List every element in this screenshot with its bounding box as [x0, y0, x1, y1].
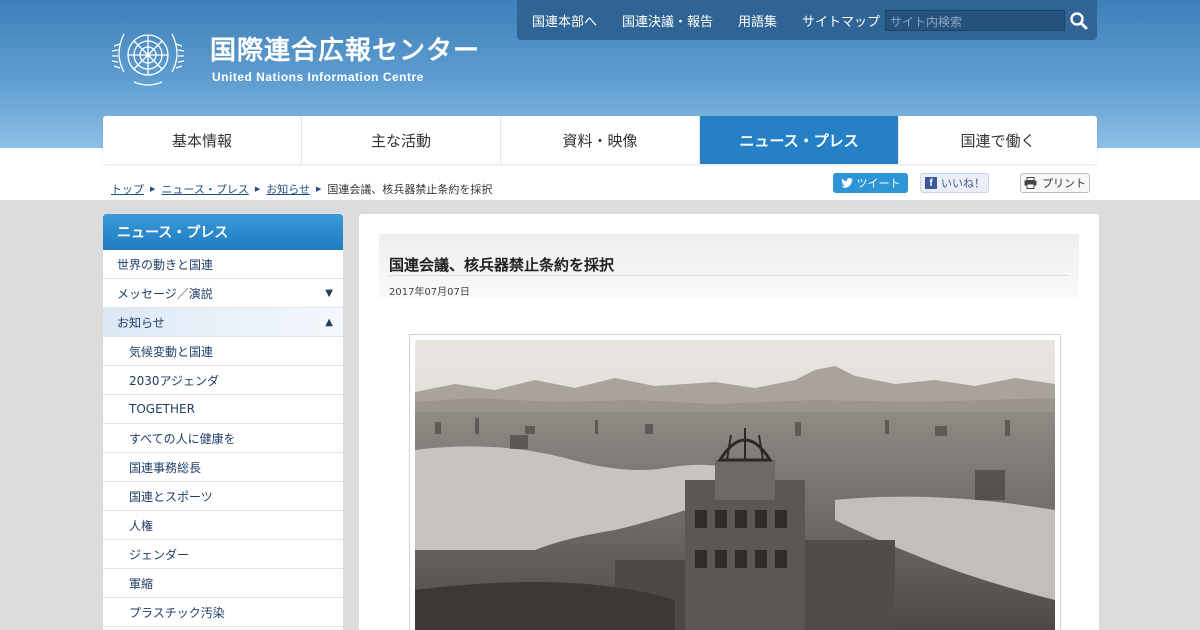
util-link-glossary[interactable]: 用語集	[738, 11, 777, 30]
sidebar-subitem[interactable]: 軍縮	[103, 569, 343, 598]
site-subtitle: United Nations Information Centre	[212, 70, 424, 84]
main-content: 国連会議、核兵器禁止条約を採択 2017年07月07日	[359, 214, 1099, 630]
nav-item-activities[interactable]: 主な活動	[302, 116, 501, 164]
tweet-label: ツイート	[856, 177, 901, 190]
breadcrumb: トップ ▶ ニュース・プレス ▶ お知らせ ▶ 国連会議、核兵器禁止条約を採択	[111, 181, 492, 197]
sidebar-item-label: 世界の動きと国連	[117, 257, 214, 272]
sidebar-subitem[interactable]: TOGETHER	[103, 395, 343, 424]
breadcrumb-link-notices[interactable]: お知らせ	[266, 181, 310, 197]
nav-item-basic-info[interactable]: 基本情報	[103, 116, 302, 164]
sidebar-subitem[interactable]: 人権	[103, 511, 343, 540]
breadcrumb-current: 国連会議、核兵器禁止条約を採択	[327, 183, 493, 196]
like-label: いいね！	[941, 177, 985, 190]
sidebar-item-label: メッセージ／演説	[117, 286, 213, 301]
sidebar-heading[interactable]: ニュース・プレス	[103, 214, 343, 250]
nav-item-careers[interactable]: 国連で働く	[899, 116, 1097, 164]
breadcrumb-separator-icon: ▶	[316, 185, 322, 193]
article-date: 2017年07月07日	[389, 287, 470, 298]
sidebar-item-messages[interactable]: メッセージ／演説 ▼	[103, 279, 343, 308]
breadcrumb-separator-icon: ▶	[150, 185, 156, 193]
article-photo[interactable]	[415, 340, 1055, 630]
site-title[interactable]: 国際連合広報センター	[210, 30, 480, 67]
printer-icon	[1024, 177, 1037, 189]
un-emblem-icon[interactable]	[108, 22, 188, 92]
article-title: 国連会議、核兵器禁止条約を採択	[389, 256, 615, 274]
article-header: 国連会議、核兵器禁止条約を採択 2017年07月07日	[379, 234, 1079, 298]
util-link-un-hq[interactable]: 国連本部へ	[532, 11, 597, 30]
utility-nav: 国連本部へ 国連決議・報告 用語集 サイトマップ サイト内検索	[517, 0, 1097, 40]
sidebar-subitem[interactable]: プラスチック汚染	[103, 598, 343, 627]
sidebar-subitem[interactable]: 国連とスポーツ	[103, 482, 343, 511]
main-nav: 基本情報 主な活動 資料・映像 ニュース・プレス 国連で働く	[103, 116, 1097, 164]
sidebar-item-world-and-un[interactable]: 世界の動きと国連	[103, 250, 343, 279]
divider	[389, 275, 1069, 276]
twitter-bird-icon	[840, 178, 853, 188]
collapse-arrow-icon[interactable]: ▲	[325, 317, 333, 328]
breadcrumb-link-news[interactable]: ニュース・プレス	[161, 181, 248, 197]
facebook-icon: f	[925, 177, 937, 189]
sidebar-subitem[interactable]: 2030アジェンダ	[103, 366, 343, 395]
sidebar-subitem[interactable]: 気候変動と国連	[103, 337, 343, 366]
nav-item-news-press[interactable]: ニュース・プレス	[700, 116, 899, 164]
article-photo-frame	[409, 334, 1061, 630]
print-button[interactable]: プリント	[1020, 173, 1090, 193]
print-label: プリント	[1042, 177, 1086, 190]
sidebar-item-notices[interactable]: お知らせ ▲	[103, 308, 343, 337]
facebook-like-button[interactable]: f いいね！	[920, 173, 989, 193]
sidebar-item-label: お知らせ	[117, 315, 165, 330]
util-link-sitemap[interactable]: サイトマップ	[802, 11, 880, 30]
tweet-button[interactable]: ツイート	[833, 173, 908, 193]
search-input[interactable]: サイト内検索	[885, 10, 1065, 31]
expand-arrow-icon[interactable]: ▼	[325, 288, 333, 299]
sidebar-subitem[interactable]: すべての人に健康を	[103, 424, 343, 453]
sidebar-subitem[interactable]: ジェンダー	[103, 540, 343, 569]
sidebar-subitem[interactable]: 国連事務総長	[103, 453, 343, 482]
util-link-resolutions[interactable]: 国連決議・報告	[622, 11, 713, 30]
search-icon[interactable]	[1069, 10, 1089, 32]
sidebar: ニュース・プレス 世界の動きと国連 メッセージ／演説 ▼ お知らせ ▲ 気候変動…	[103, 214, 343, 630]
breadcrumb-separator-icon: ▶	[254, 185, 261, 193]
breadcrumb-link-top[interactable]: トップ	[111, 181, 144, 197]
nav-item-materials[interactable]: 資料・映像	[501, 116, 700, 164]
